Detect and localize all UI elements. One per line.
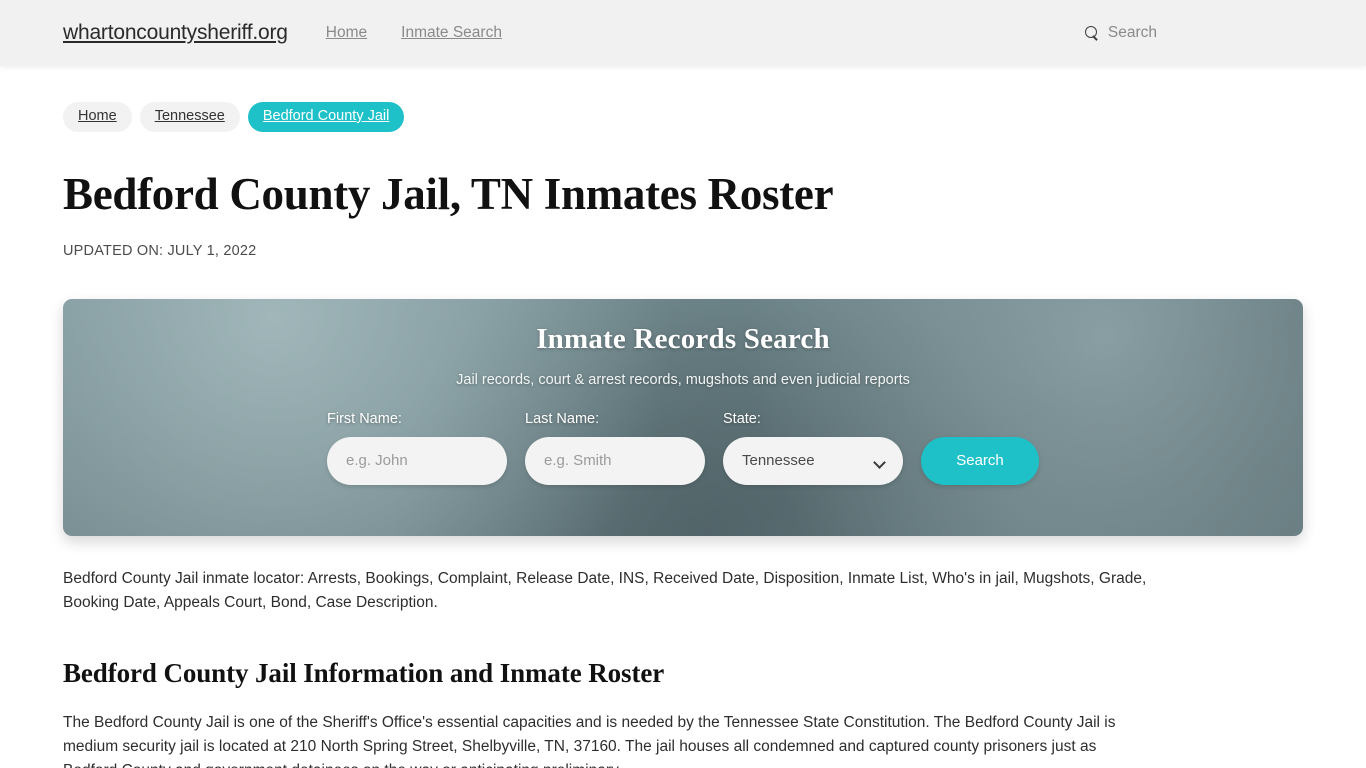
site-brand[interactable]: whartoncountysheriff.org	[63, 21, 288, 45]
last-name-field-group: Last Name:	[525, 411, 705, 485]
section-heading-jail-information: Bedford County Jail Information and Inma…	[63, 657, 665, 688]
inmate-records-search-card: Inmate Records Search Jail records, cour…	[63, 298, 1303, 536]
breadcrumb-item-tennessee[interactable]: Tennessee	[139, 102, 240, 133]
state-field-group: State: Tennessee	[723, 411, 903, 485]
jail-information-body: The Bedford County Jail is one of the Sh…	[63, 713, 1116, 768]
nav-link-inmate-search[interactable]: Inmate Search	[401, 24, 502, 42]
search-card-content: Inmate Records Search Jail records, cour…	[63, 299, 1303, 485]
header-search-trigger[interactable]: Search	[1084, 24, 1157, 42]
state-label: State:	[723, 410, 761, 427]
first-name-field-group: First Name:	[327, 411, 507, 485]
last-name-label: Last Name:	[525, 410, 600, 427]
last-name-input[interactable]	[525, 436, 705, 485]
primary-nav: Home Inmate Search	[326, 24, 502, 42]
search-submit-button[interactable]: Search	[921, 436, 1039, 485]
header-search-label: Search	[1107, 24, 1157, 41]
search-icon	[1084, 25, 1100, 41]
search-card-subtitle: Jail records, court & arrest records, mu…	[456, 371, 910, 388]
state-select[interactable]: Tennessee	[723, 436, 903, 485]
page-container: Home Tennessee Bedford County Jail Bedfo…	[63, 66, 1303, 768]
first-name-label: First Name:	[327, 410, 402, 427]
updated-on-text: UPDATED ON: JULY 1, 2022	[63, 242, 257, 259]
inmate-search-form: First Name: Last Name: State: Tennessee	[63, 411, 1303, 485]
breadcrumb-item-home[interactable]: Home	[63, 102, 132, 133]
inmate-locator-text: Bedford County Jail inmate locator: Arre…	[63, 569, 1147, 611]
breadcrumb: Home Tennessee Bedford County Jail	[63, 102, 1303, 133]
header-inner: whartoncountysheriff.org Home Inmate Sea…	[63, 21, 1303, 45]
page-title: Bedford County Jail, TN Inmates Roster	[63, 169, 834, 220]
site-header: whartoncountysheriff.org Home Inmate Sea…	[0, 0, 1366, 66]
nav-link-home[interactable]: Home	[326, 24, 367, 42]
search-card-title: Inmate Records Search	[536, 322, 830, 355]
breadcrumb-item-bedford-county-jail[interactable]: Bedford County Jail	[247, 102, 405, 133]
state-select-wrap: Tennessee	[723, 436, 903, 485]
first-name-input[interactable]	[327, 436, 507, 485]
